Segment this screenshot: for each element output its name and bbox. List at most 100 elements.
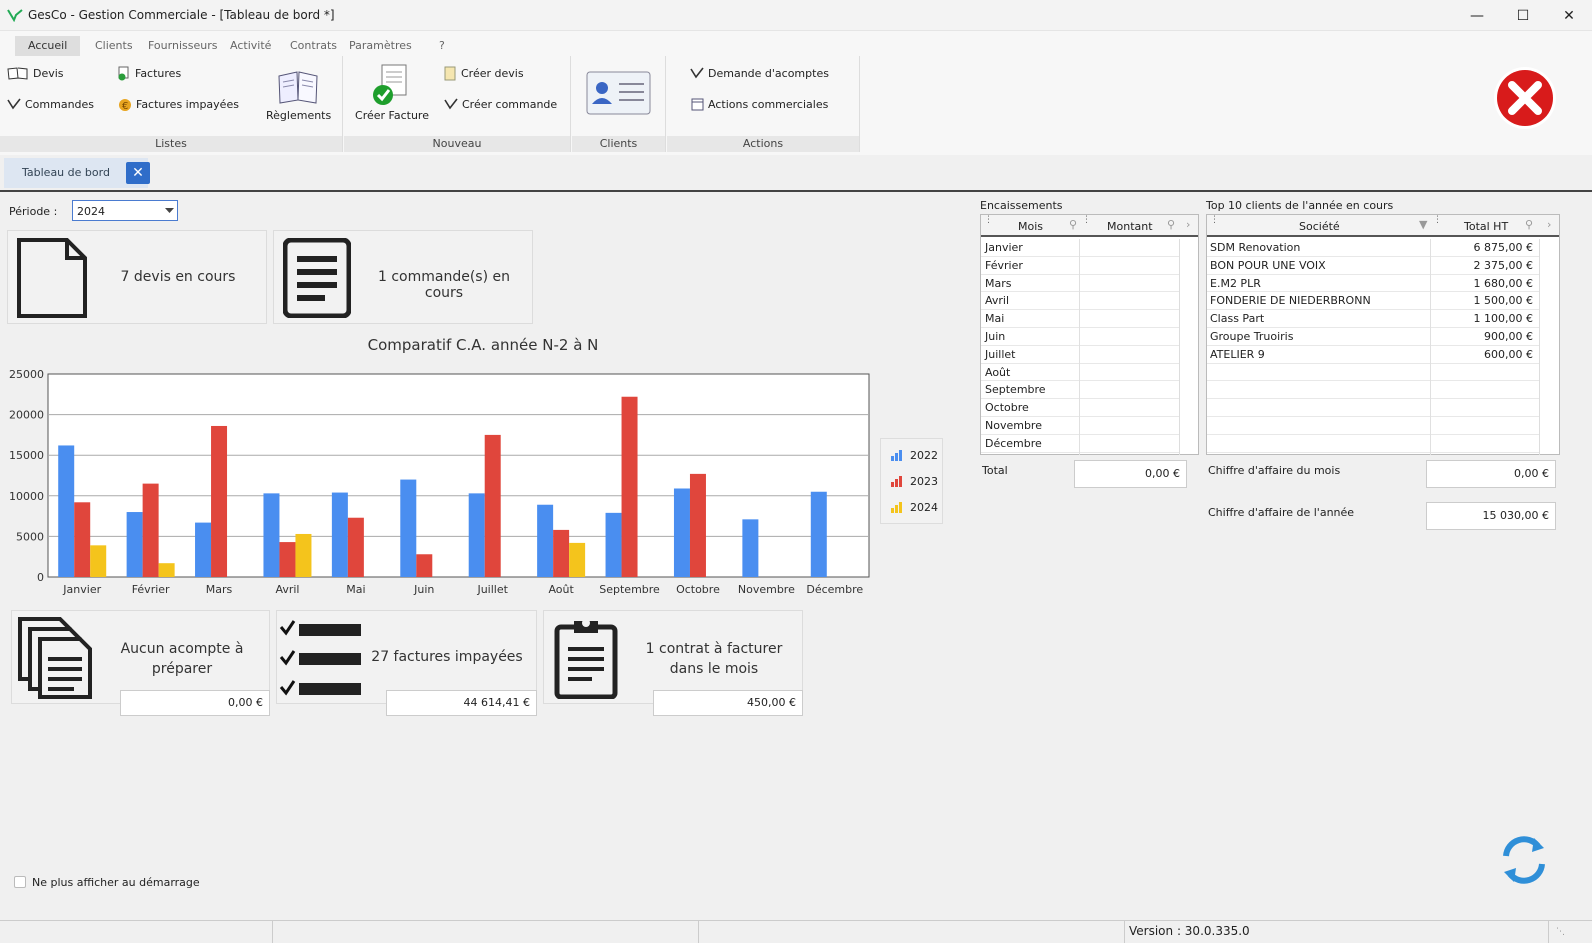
group-label-clients: Clients (572, 136, 665, 152)
creer-facture-button[interactable]: Créer Facture (352, 62, 432, 122)
total-cell: 1 100,00 € (1473, 312, 1533, 326)
bar-2022-Mars (195, 522, 212, 577)
devis-button[interactable]: Devis (7, 66, 64, 80)
table-row[interactable]: Septembre (981, 381, 1179, 400)
chevron-right-icon[interactable]: › (1547, 218, 1551, 231)
refresh-button[interactable] (1498, 834, 1550, 889)
table-row[interactable] (1207, 417, 1539, 435)
table-row[interactable]: Groupe Truoiris 900,00 € (1207, 328, 1539, 346)
chevron-right-icon[interactable]: › (1186, 218, 1190, 231)
resize-grip-icon[interactable]: ⋱ (1556, 927, 1565, 937)
month-cell: Février (985, 258, 1023, 272)
creer-devis-button[interactable]: Créer devis (444, 66, 524, 81)
bar-2023-Janvier (74, 502, 91, 577)
reglements-button[interactable]: Règlements (266, 68, 331, 122)
societe-cell: BON POUR UNE VOIX (1210, 258, 1326, 272)
table-row[interactable]: FONDERIE DE NIEDERBRONN 1 500,00 € (1207, 292, 1539, 311)
total-cell: 6 875,00 € (1473, 241, 1533, 254)
total-cell: 1 500,00 € (1473, 294, 1533, 308)
clients-card-button[interactable] (586, 70, 652, 121)
menu-tab-help[interactable]: ? (426, 36, 458, 56)
table-row[interactable]: Février (981, 257, 1179, 275)
close-tab-icon[interactable]: ✕ (126, 162, 150, 184)
col-mois[interactable]: Mois (1018, 220, 1043, 233)
month-cell: Mai (985, 312, 1005, 326)
content-divider (0, 190, 1592, 192)
creer-commande-button[interactable]: Créer commande (444, 97, 557, 111)
top10-grid[interactable]: ⋮ Société ▼ ⋮ Total HT ⚲ › SDM Renovatio… (1206, 214, 1560, 455)
table-row[interactable]: Mai (981, 310, 1179, 328)
month-cell: Novembre (985, 418, 1042, 432)
table-row[interactable]: Janvier (981, 239, 1179, 257)
table-row[interactable]: Mars (981, 275, 1179, 293)
devis-label: Devis (33, 66, 64, 80)
creer-facture-label: Créer Facture (355, 109, 429, 122)
table-row[interactable]: Août (981, 364, 1179, 382)
table-row[interactable] (1207, 435, 1539, 453)
exit-button[interactable] (1493, 66, 1557, 133)
devis-card[interactable]: 7 devis en cours (7, 230, 267, 324)
table-row[interactable] (1207, 381, 1539, 400)
month-cell: Avril (985, 294, 1010, 308)
maximize-button[interactable]: ☐ (1500, 0, 1546, 31)
bar-2024-Janvier (90, 545, 107, 577)
search-icon[interactable]: ⚲ (1167, 218, 1175, 231)
bar-chart-icon (891, 450, 902, 461)
total-cell: 900,00 € (1484, 329, 1533, 343)
legend-item: 2022 (891, 449, 938, 462)
legend-label: 2024 (910, 501, 938, 514)
table-row[interactable]: Class Part 1 100,00 € (1207, 310, 1539, 328)
menu-tab-parametres[interactable]: Paramètres (336, 36, 425, 56)
month-cell: Septembre (985, 383, 1046, 397)
bar-2022-Janvier (58, 445, 75, 577)
minimize-button[interactable]: — (1454, 0, 1500, 31)
commandes-button[interactable]: Commandes (7, 97, 94, 111)
search-icon[interactable]: ⚲ (1525, 218, 1533, 231)
month-cell: Août (985, 365, 1011, 379)
tab-tableau-de-bord[interactable]: Tableau de bord ✕ (4, 158, 150, 188)
bar-2022-Juillet (468, 493, 485, 577)
book-icon (7, 67, 28, 80)
bar-2022-Septembre (605, 512, 622, 577)
table-row[interactable]: ATELIER 9 600,00 € (1207, 346, 1539, 364)
total-value: 0,00 € (1074, 460, 1187, 488)
col-total[interactable]: Total HT (1464, 220, 1508, 233)
open-book-icon (278, 71, 318, 104)
commandes-card[interactable]: 1 commande(s) en cours (273, 230, 533, 324)
bar-2024-Avril (295, 533, 312, 577)
demande-acomptes-button[interactable]: Demande d'acomptes (690, 66, 829, 80)
period-select[interactable]: 2024 (72, 200, 178, 221)
menu-tab-accueil[interactable]: Accueil (15, 36, 81, 56)
table-row[interactable]: BON POUR UNE VOIX 2 375,00 € (1207, 257, 1539, 275)
actions-commerciales-button[interactable]: Actions commerciales (691, 97, 828, 111)
table-row[interactable] (1207, 364, 1539, 382)
filter-icon[interactable]: ▼ (1419, 218, 1427, 231)
table-row[interactable]: Octobre (981, 399, 1179, 417)
table-row[interactable]: Décembre (981, 435, 1179, 453)
factures-impayees-button[interactable]: € Factures impayées (119, 97, 239, 112)
table-row[interactable]: Juillet (981, 346, 1179, 364)
legend-item: 2024 (891, 501, 938, 514)
close-window-button[interactable]: ✕ (1546, 0, 1592, 31)
col-montant[interactable]: Montant (1107, 220, 1153, 233)
ca-mois-label: Chiffre d'affaire du mois (1208, 464, 1341, 477)
table-row[interactable]: Novembre (981, 417, 1179, 435)
bar-2023-Septembre (621, 396, 638, 577)
x-tick-label: Juin (413, 583, 434, 596)
title-bar: GesCo - Gestion Commerciale - [Tableau d… (0, 0, 1592, 31)
bar-2022-Décembre (810, 491, 827, 577)
encaissements-grid[interactable]: ⋮ Mois ⚲ ⋮ Montant ⚲ › Janvier Février Mar… (980, 214, 1199, 455)
table-row[interactable]: Juin (981, 328, 1179, 346)
bar-2023-Février (142, 483, 159, 577)
factures-button[interactable]: Factures (117, 66, 181, 81)
table-row[interactable]: SDM Renovation 6 875,00 € (1207, 239, 1539, 257)
menu-tab-activite[interactable]: Activité (217, 36, 284, 56)
calendar-icon (691, 98, 704, 111)
search-icon[interactable]: ⚲ (1069, 218, 1077, 231)
bar-2022-Juin (400, 479, 417, 577)
no-show-checkbox[interactable] (14, 876, 26, 888)
table-row[interactable]: Avril (981, 292, 1179, 311)
col-societe[interactable]: Société (1299, 220, 1340, 233)
table-row[interactable] (1207, 399, 1539, 417)
table-row[interactable]: E.M2 PLR 1 680,00 € (1207, 275, 1539, 293)
